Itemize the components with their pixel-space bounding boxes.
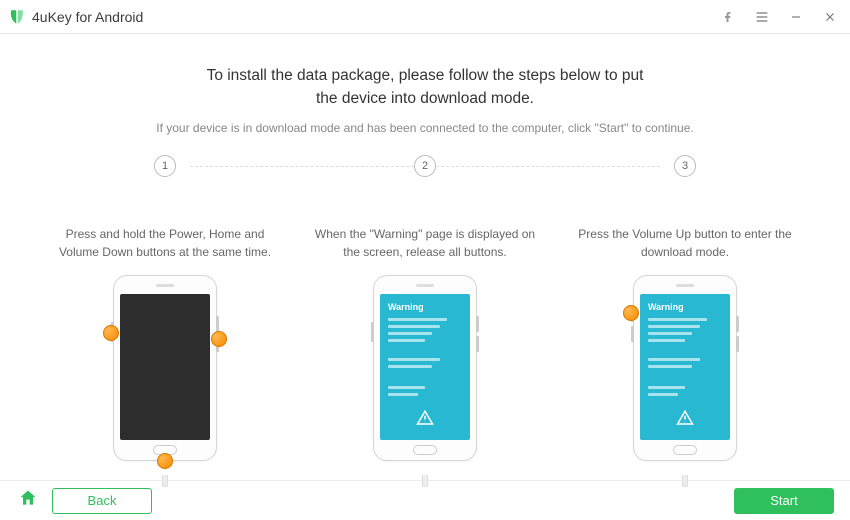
- phone-illustration-2: Warning: [365, 275, 485, 475]
- home-icon: [18, 488, 38, 513]
- start-button[interactable]: Start: [734, 488, 834, 514]
- headline-line-1: To install the data package, please foll…: [40, 64, 810, 87]
- subheadline: If your device is in download mode and h…: [40, 121, 810, 135]
- warning-triangle-icon: [676, 409, 694, 432]
- menu-icon[interactable]: [752, 7, 772, 27]
- highlight-dot-volume-up: [623, 305, 639, 321]
- headline: To install the data package, please foll…: [40, 64, 810, 111]
- usb-cable-icon: [422, 475, 428, 487]
- app-logo: 4uKey for Android: [8, 8, 143, 26]
- step-number-row: 1 2 3: [40, 155, 810, 177]
- step-2: When the "Warning" page is displayed on …: [300, 211, 550, 475]
- usb-cable-icon: [682, 475, 688, 487]
- close-icon[interactable]: [820, 7, 840, 27]
- highlight-dot-home: [157, 453, 173, 469]
- phone-warning-title: Warning: [388, 302, 462, 312]
- home-button[interactable]: [16, 489, 40, 513]
- usb-cable-icon: [162, 475, 168, 487]
- app-title: 4uKey for Android: [32, 9, 143, 25]
- window-controls: [718, 7, 840, 27]
- phone-illustration-1: [105, 275, 225, 475]
- highlight-dot-power: [211, 331, 227, 347]
- logo-shield-icon: [8, 8, 26, 26]
- main-content: To install the data package, please foll…: [0, 34, 850, 480]
- phone-warning-title: Warning: [648, 302, 722, 312]
- warning-triangle-icon: [416, 409, 434, 432]
- minimize-icon[interactable]: [786, 7, 806, 27]
- back-button[interactable]: Back: [52, 488, 152, 514]
- step-1-desc: Press and hold the Power, Home and Volum…: [40, 225, 290, 265]
- step-number-2: 2: [414, 155, 436, 177]
- headline-line-2: the device into download mode.: [40, 87, 810, 110]
- step-number-3: 3: [674, 155, 696, 177]
- step-number-1: 1: [154, 155, 176, 177]
- highlight-dot-volume-down: [103, 325, 119, 341]
- steps-row: Press and hold the Power, Home and Volum…: [40, 211, 810, 475]
- facebook-icon[interactable]: [718, 7, 738, 27]
- step-3-desc: Press the Volume Up button to enter the …: [560, 225, 810, 265]
- titlebar: 4uKey for Android: [0, 0, 850, 34]
- phone-illustration-3: Warning: [625, 275, 745, 475]
- step-3: Press the Volume Up button to enter the …: [560, 211, 810, 475]
- step-1: Press and hold the Power, Home and Volum…: [40, 211, 290, 475]
- step-2-desc: When the "Warning" page is displayed on …: [300, 225, 550, 265]
